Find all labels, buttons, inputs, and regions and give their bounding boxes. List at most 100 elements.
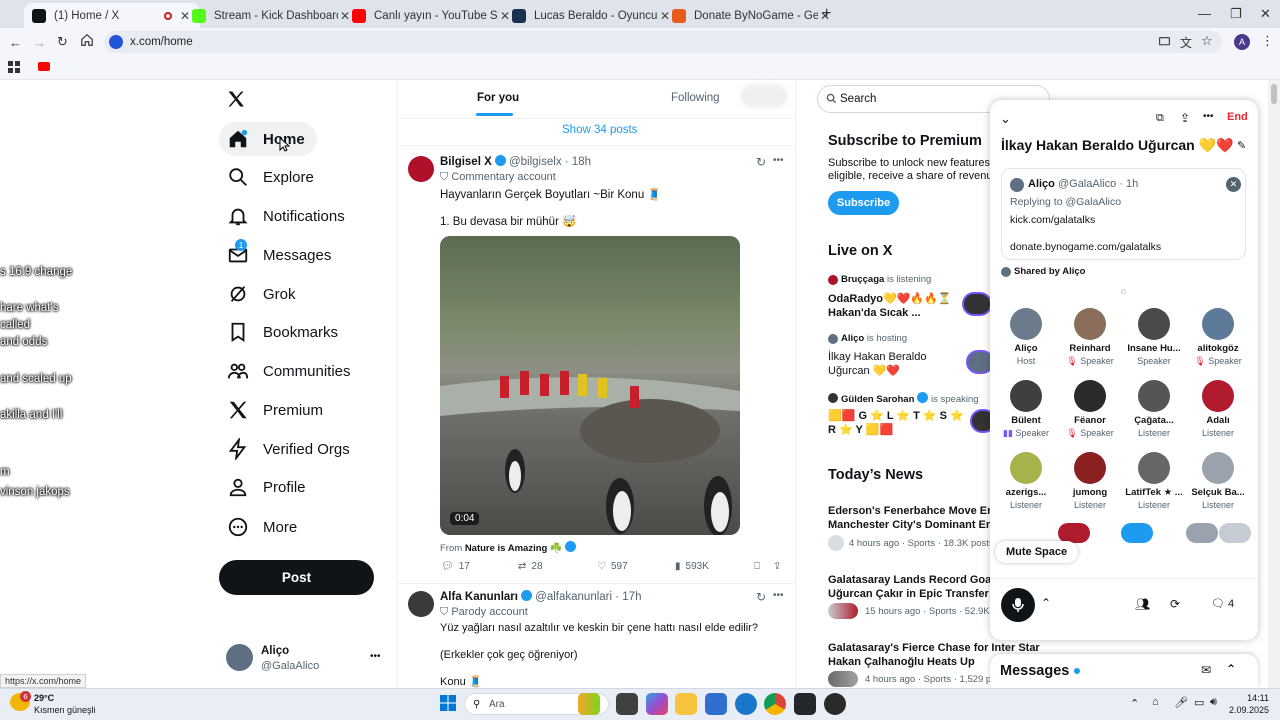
nav-notifications[interactable]: Notifications: [219, 199, 357, 233]
space-participant[interactable]: Reinhard 🎙︎ Speaker: [1060, 308, 1120, 367]
scrollbar-thumb[interactable]: [1271, 84, 1277, 104]
post-video[interactable]: 0:04: [440, 236, 740, 535]
volume-icon[interactable]: 🔊︎: [1210, 696, 1217, 709]
space-participant[interactable]: Aliço Host: [996, 308, 1056, 366]
grok-post-icon[interactable]: ↻: [756, 590, 766, 604]
home-page-icon[interactable]: [80, 33, 94, 47]
clock-date[interactable]: 2.09.2025: [1219, 705, 1269, 715]
nav-bookmarks[interactable]: Bookmarks: [219, 315, 350, 349]
nav-profile[interactable]: Profile: [219, 470, 318, 504]
expand-up-icon[interactable]: ⌃: [1226, 662, 1236, 676]
news-item[interactable]: Ederson's Fenerbahce Move Ends Manchester…: [828, 504, 1007, 532]
repost-icon[interactable]: ⟳: [1170, 597, 1180, 611]
views-button[interactable]: ▮ 593K: [675, 561, 709, 572]
windows-start-icon[interactable]: [440, 695, 456, 711]
like-button[interactable]: ♡ 597: [597, 561, 628, 572]
collapse-chevron-icon[interactable]: ⌄: [1000, 111, 1011, 127]
share-icon[interactable]: ⇪: [773, 561, 781, 572]
post-time[interactable]: · 17h: [615, 591, 641, 603]
microphone-button[interactable]: [1001, 588, 1035, 622]
share-icon[interactable]: ⇪: [1180, 111, 1190, 125]
space-participant[interactable]: LatifTek ★ ... Listener: [1124, 452, 1184, 510]
live-space-card[interactable]: 🟨🟥 G ⭐ L ⭐ T ⭐ S ⭐ R ⭐ Y 🟨🟥: [828, 409, 964, 437]
tab-following[interactable]: Following: [671, 92, 720, 104]
post-handle[interactable]: @bilgiselx: [509, 156, 562, 168]
new-tab-button[interactable]: +: [822, 5, 831, 23]
app-icon[interactable]: [794, 693, 816, 715]
display-icon[interactable]: ▭: [1194, 696, 1204, 709]
chevron-up-icon[interactable]: ⌃: [1041, 596, 1051, 610]
browser-tab[interactable]: Canlı yayın - YouTube Studio✕: [344, 3, 520, 28]
post-avatar[interactable]: [408, 156, 434, 182]
forward-icon[interactable]: →: [33, 35, 46, 50]
space-participant[interactable]: Selçuk Ba... Listener: [1188, 452, 1248, 510]
edit-icon[interactable]: ✎: [1237, 139, 1246, 152]
profile-avatar[interactable]: A: [1234, 34, 1250, 50]
chrome-icon[interactable]: [764, 693, 786, 715]
tray-chevron-icon[interactable]: ⌃: [1130, 697, 1139, 710]
space-participant[interactable]: Fëanor 🎙︎ Speaker: [1060, 380, 1120, 439]
reply-button[interactable]: 💬︎ 17: [441, 561, 470, 572]
space-participant[interactable]: Adalı Listener: [1188, 380, 1248, 438]
end-space-button[interactable]: End: [1227, 111, 1248, 123]
browser-tab[interactable]: (1) Home / X ✕: [24, 3, 200, 28]
news-item[interactable]: Galatasaray Lands Record Goalke Uğurcan Ç…: [828, 573, 1007, 601]
network-icon[interactable]: ⌂: [1152, 696, 1159, 708]
account-avatar[interactable]: [226, 644, 253, 671]
close-pinned-icon[interactable]: ✕: [1226, 177, 1241, 192]
tab-for-you[interactable]: For you: [477, 92, 519, 104]
more-icon[interactable]: •••: [1203, 111, 1214, 122]
nav-premium[interactable]: Premium: [219, 393, 335, 427]
comments-button[interactable]: 🗨︎ 4: [1211, 597, 1234, 610]
nav-more[interactable]: More: [219, 510, 309, 544]
mic-icon[interactable]: 🎤︎: [1174, 696, 1188, 709]
space-participant[interactable]: Bülent ▮▮ Speaker: [996, 380, 1056, 439]
browser-tab[interactable]: Donate ByNoGame - Gelen/Gi✕: [664, 3, 840, 28]
space-participant[interactable]: Çağata... Listener: [1124, 380, 1184, 438]
post-more-icon[interactable]: •••: [773, 590, 784, 601]
minimize-space-icon[interactable]: ⧉: [1156, 112, 1164, 125]
reload-icon[interactable]: ↻: [57, 34, 68, 50]
address-bar[interactable]: x.com/home: [104, 31, 1222, 53]
nav-explore[interactable]: Explore: [219, 160, 326, 194]
show-new-posts[interactable]: Show 34 posts: [562, 124, 637, 136]
close-window-icon[interactable]: ✕: [1260, 6, 1271, 22]
mute-space-button[interactable]: Mute Space: [995, 541, 1079, 563]
obs-icon[interactable]: [824, 693, 846, 715]
browser-tab[interactable]: Stream - Kick Dashboard ✕: [184, 3, 360, 28]
post-handle[interactable]: @alfakanunlari: [535, 591, 612, 603]
bookmark-post-icon[interactable]: ⎕: [754, 561, 760, 572]
x-logo-icon[interactable]: [226, 89, 246, 109]
copilot-icon[interactable]: [646, 693, 668, 715]
nav-verified-orgs[interactable]: Verified Orgs: [219, 432, 362, 466]
post-more-icon[interactable]: •••: [773, 155, 784, 166]
repost-button[interactable]: ⇄ 28: [518, 561, 543, 572]
file-explorer-icon[interactable]: [675, 693, 697, 715]
space-participant[interactable]: alitokgöz 🎙︎ Speaker: [1188, 308, 1248, 367]
space-participant[interactable]: azerigs... Listener: [996, 452, 1056, 510]
apps-grid-icon[interactable]: [8, 61, 20, 73]
post-author[interactable]: Bilgisel X: [440, 156, 492, 168]
subscribe-button[interactable]: Subscribe: [828, 191, 899, 215]
nav-home[interactable]: Home: [219, 122, 317, 156]
maximize-icon[interactable]: ❐: [1230, 6, 1242, 22]
space-participant[interactable]: jumong Listener: [1060, 452, 1120, 510]
grok-post-icon[interactable]: ↻: [756, 155, 766, 169]
translate-icon[interactable]: 文: [1180, 34, 1192, 51]
browser-tab[interactable]: Lucas Beraldo - Oyuncu profili✕: [504, 3, 680, 28]
live-space-card[interactable]: OdaRadyo💛❤️🔥🔥⏳ Hakan'da Sıcak ...: [828, 292, 952, 320]
nav-communities[interactable]: Communities: [219, 354, 363, 388]
back-icon[interactable]: ←: [9, 35, 22, 50]
store-icon[interactable]: [705, 693, 727, 715]
new-message-icon[interactable]: ✉: [1201, 663, 1211, 677]
post-button[interactable]: Post: [219, 560, 374, 595]
star-icon[interactable]: ☆: [1201, 33, 1213, 49]
site-info-icon[interactable]: [109, 35, 123, 49]
people-icon[interactable]: 👥︎: [1135, 597, 1150, 611]
post-author[interactable]: Alfa Kanunları: [440, 591, 518, 603]
browser-menu-icon[interactable]: ⋮: [1261, 33, 1274, 49]
live-space-card[interactable]: İlkay Hakan Beraldo Uğurcan 💛❤️: [828, 350, 926, 378]
task-view-icon[interactable]: [616, 693, 638, 715]
account-more-icon[interactable]: •••: [370, 651, 381, 662]
edge-icon[interactable]: [735, 693, 757, 715]
